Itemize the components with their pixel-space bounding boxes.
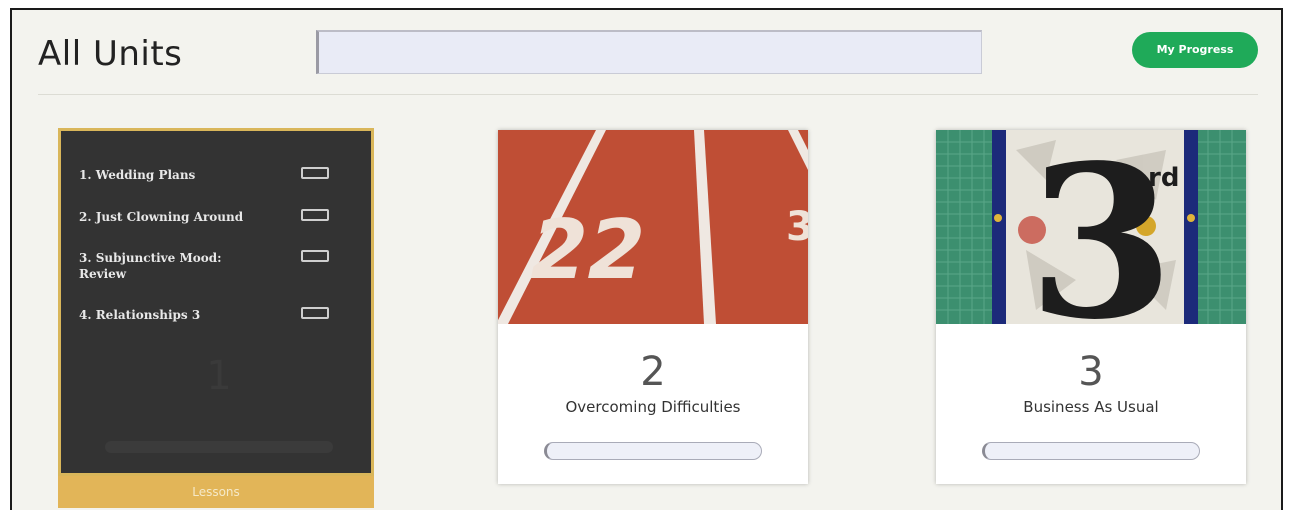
unit-progress-bar — [544, 442, 762, 460]
lesson-label: 2. Just Clowning Around — [79, 210, 244, 224]
unit-title: Overcoming Difficulties — [565, 398, 741, 416]
unit-progress-bar — [105, 441, 333, 453]
svg-text:3: 3 — [786, 204, 808, 250]
lesson-status-icon — [301, 307, 329, 319]
unit-progress-bar — [982, 442, 1200, 460]
unit-card-2[interactable]: 22 3 2 Overcoming Difficulties — [498, 130, 808, 484]
lesson-status-icon — [301, 167, 329, 179]
lessons-button[interactable]: Lessons — [58, 476, 374, 508]
svg-text:22: 22 — [520, 202, 654, 298]
mosaic-three-icon: 3 rd — [936, 130, 1246, 324]
unit-card-1[interactable]: 1. Wedding Plans 2. Just Clowning Around… — [58, 128, 374, 508]
lesson-item[interactable]: 2. Just Clowning Around — [79, 209, 359, 225]
unit-number: 3 — [1078, 349, 1104, 395]
lesson-label: 1. Wedding Plans — [79, 168, 196, 182]
svg-text:rd: rd — [1148, 163, 1179, 193]
lesson-item[interactable]: 3. Subjunctive Mood: Review — [79, 250, 359, 282]
lesson-status-icon — [301, 209, 329, 221]
unit-number: 1 — [206, 353, 232, 399]
units-page: All Units My Progress 1. Wedding Plans 2… — [10, 8, 1283, 510]
header-divider — [38, 94, 1258, 95]
lesson-status-icon — [301, 250, 329, 262]
search-input[interactable] — [316, 30, 982, 74]
unit-title: Business As Usual — [1023, 398, 1159, 416]
unit-image: 22 3 — [498, 130, 808, 324]
lesson-label: 3. Subjunctive Mood: Review — [79, 251, 222, 281]
lesson-item[interactable]: 1. Wedding Plans — [79, 167, 359, 183]
unit-number: 2 — [640, 349, 666, 395]
lesson-item[interactable]: 4. Relationships 3 — [79, 307, 359, 323]
page-title: All Units — [38, 34, 183, 74]
my-progress-button[interactable]: My Progress — [1132, 32, 1258, 68]
unit-image: 3 rd — [936, 130, 1246, 324]
running-track-icon: 22 3 — [498, 130, 808, 324]
unit-card-3[interactable]: 3 rd 3 Business As Usual — [936, 130, 1246, 484]
lessons-overlay: 1. Wedding Plans 2. Just Clowning Around… — [58, 128, 374, 476]
svg-text:3: 3 — [1028, 130, 1174, 324]
lesson-label: 4. Relationships 3 — [79, 308, 201, 322]
